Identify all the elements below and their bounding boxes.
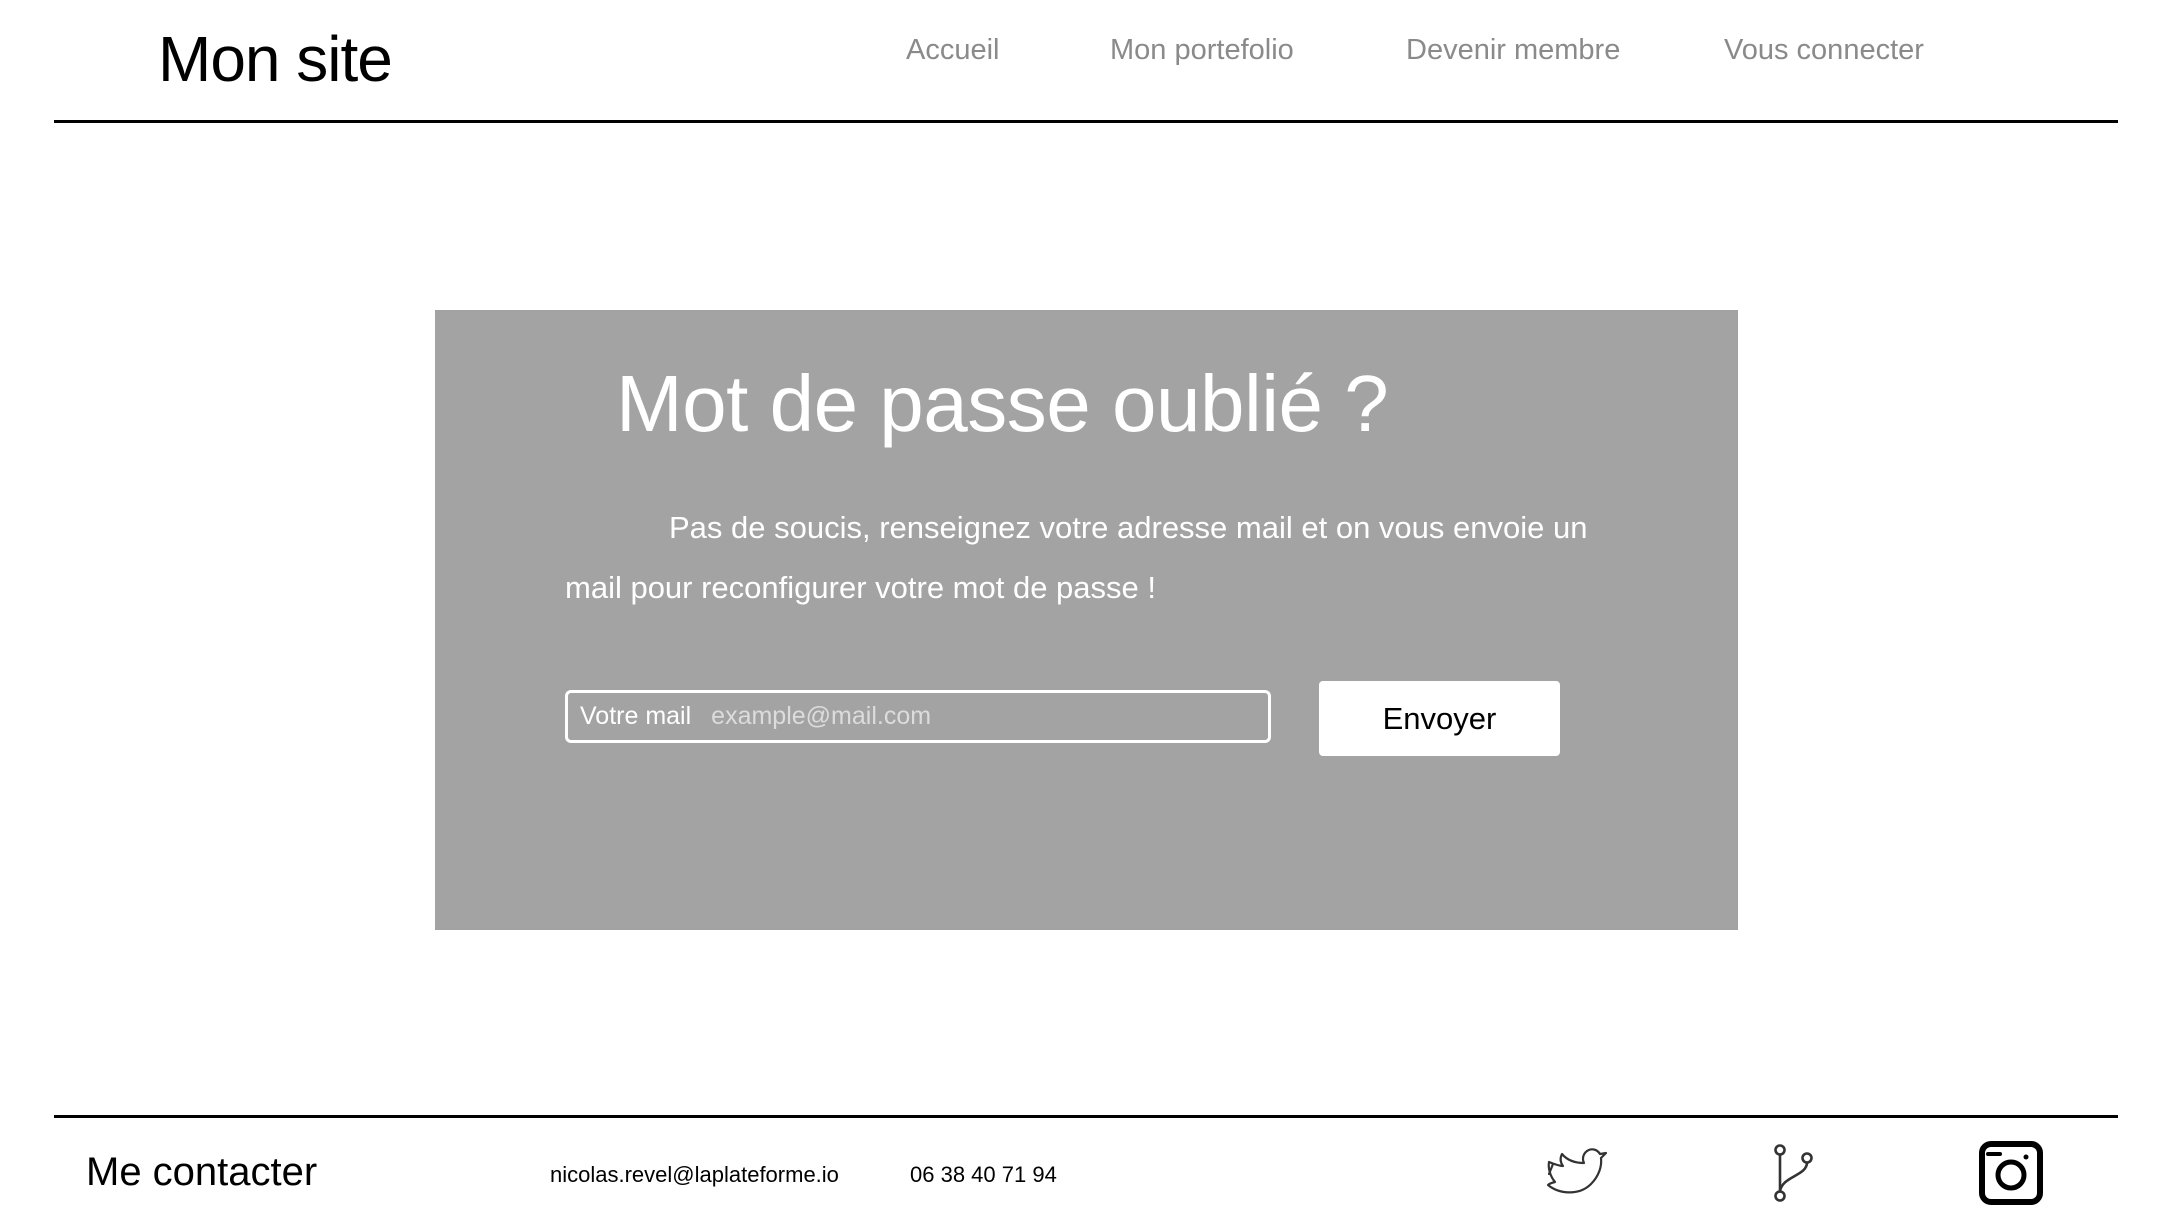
page: Mon site Accueil Mon portefolio Devenir …	[0, 0, 2160, 1231]
card-description: Pas de soucis, renseignez votre adresse …	[565, 510, 1588, 605]
contact-phone: 06 38 40 71 94	[910, 1162, 1057, 1187]
instagram-icon[interactable]	[1978, 1140, 2044, 1206]
nav-portfolio[interactable]: Mon portefolio	[1110, 34, 1294, 67]
footer-divider	[54, 1115, 2118, 1118]
nav-devenir-membre[interactable]: Devenir membre	[1406, 34, 1620, 67]
header-divider	[54, 120, 2118, 123]
nav-accueil[interactable]: Accueil	[906, 34, 1000, 67]
forgot-password-card: Mot de passe oublié ? Pas de soucis, ren…	[435, 310, 1738, 930]
email-field-label: Votre mail	[580, 702, 692, 730]
git-branch-icon[interactable]	[1770, 1142, 1816, 1204]
email-input[interactable]	[711, 696, 1268, 737]
twitter-bird-icon[interactable]	[1545, 1144, 1609, 1200]
email-field[interactable]: Votre mail	[565, 690, 1271, 743]
footer-title: Me contacter	[86, 1150, 318, 1194]
contact-email-link[interactable]: nicolas.revel@laplateforme.io	[550, 1162, 839, 1188]
send-button[interactable]: Envoyer	[1319, 681, 1560, 756]
nav-connexion[interactable]: Vous connecter	[1724, 34, 1924, 67]
card-title: Mot de passe oublié ?	[616, 359, 1389, 448]
site-brand[interactable]: Mon site	[158, 22, 393, 96]
